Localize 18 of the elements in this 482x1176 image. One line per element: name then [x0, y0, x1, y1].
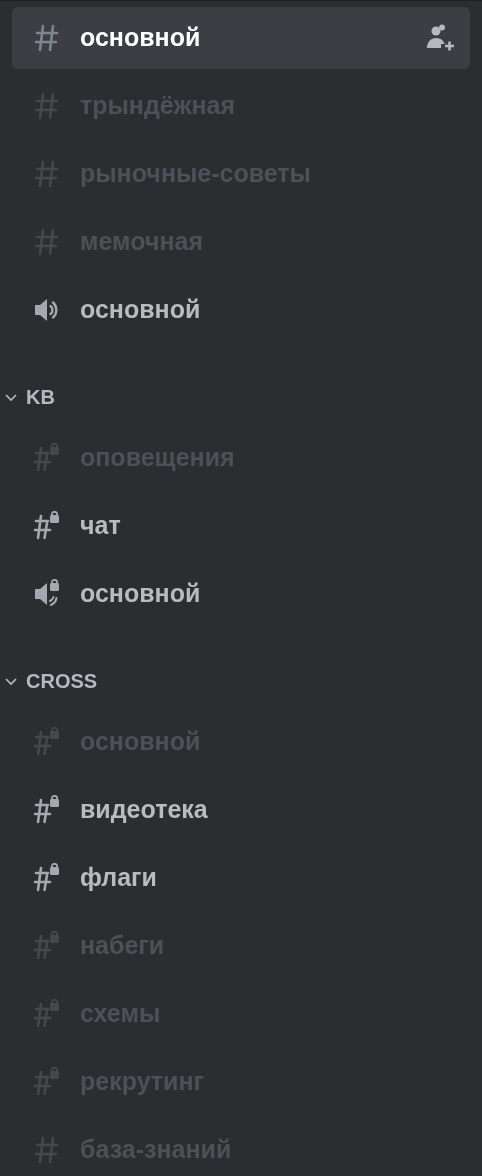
- locked-speaker-icon: [32, 579, 62, 609]
- locked-hash-icon: [32, 727, 62, 757]
- channel-item[interactable]: чат: [12, 495, 470, 557]
- locked-hash-icon: [32, 795, 62, 825]
- channel-item[interactable]: основной: [12, 563, 470, 625]
- locked-hash-icon: [32, 511, 62, 541]
- channel-item[interactable]: основной: [12, 7, 470, 69]
- channel-item[interactable]: флаги: [12, 847, 470, 909]
- add-member-icon[interactable]: [426, 24, 456, 52]
- locked-hash-icon: [32, 863, 62, 893]
- channel-item[interactable]: основной: [12, 279, 470, 341]
- locked-hash-icon: [32, 443, 62, 473]
- locked-hash-icon: [32, 1067, 62, 1097]
- channel-item[interactable]: видеотека: [12, 779, 470, 841]
- locked-hash-icon: [32, 931, 62, 961]
- locked-hash-icon: [32, 999, 62, 1029]
- category-header[interactable]: KB: [4, 347, 55, 427]
- category-header[interactable]: CROSS: [4, 631, 98, 711]
